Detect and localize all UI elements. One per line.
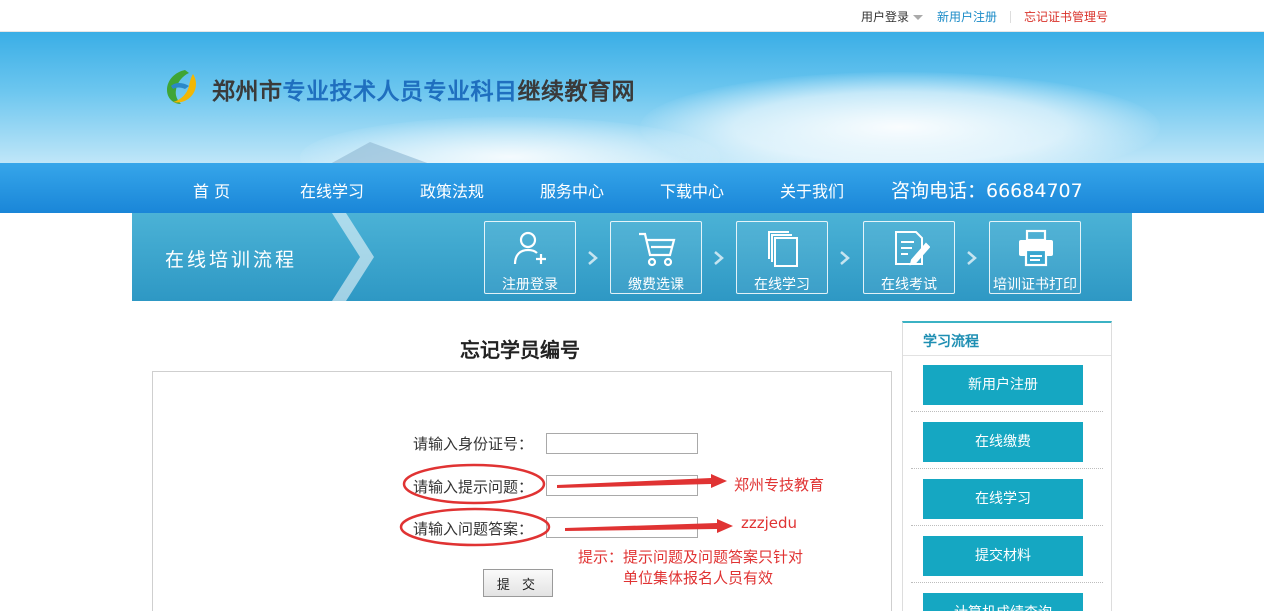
step-online-learning[interactable]: 在线学习: [736, 221, 828, 294]
step-label: 在线考试: [881, 277, 937, 293]
banner-cloud: [640, 72, 1160, 163]
forgot-id-form: 请输入身份证号： 请输入提示问题： 请输入问题答案： 提 交 郑州专技教育 zz…: [152, 371, 892, 611]
nav-item-policy[interactable]: 政策法规: [420, 178, 484, 202]
divider: [903, 355, 1111, 356]
divider: [911, 525, 1103, 526]
submit-button[interactable]: 提 交: [483, 569, 553, 597]
site-title[interactable]: 郑州市专业技术人员专业科目继续教育网: [212, 72, 635, 106]
site-title-suffix: 继续教育网: [517, 79, 635, 105]
step-label: 缴费选课: [628, 277, 684, 293]
hotline-text: 咨询电话：66684707: [891, 180, 1083, 202]
nav-item-download[interactable]: 下载中心: [660, 178, 724, 202]
nav-item-about[interactable]: 关于我们: [780, 178, 844, 202]
caret-down-icon: [912, 15, 923, 20]
sidebar-button-submit-materials[interactable]: 提交材料: [923, 536, 1083, 576]
sidebar-heading: 学习流程: [923, 334, 979, 350]
chevron-right-icon: [332, 213, 374, 301]
exam-edit-icon: [895, 231, 930, 266]
documents-icon: [768, 231, 798, 267]
question-answer-label: 请输入问题答案：: [413, 520, 534, 538]
step-label: 注册登录: [502, 277, 558, 293]
step-label: 培训证书打印: [993, 277, 1077, 293]
annotation-question-text: 郑州专技教育: [734, 476, 825, 494]
site-logo-icon[interactable]: [163, 66, 201, 108]
id-number-input[interactable]: [546, 433, 698, 454]
main-nav: 首 页 在线学习 政策法规 服务中心 下载中心 关于我们 咨询电话：666847…: [0, 163, 1264, 213]
sidebar-button-register[interactable]: 新用户注册: [923, 365, 1083, 405]
chevron-right-icon: [714, 251, 724, 265]
main-content: 忘记学员编号 请输入身份证号： 请输入提示问题： 请输入问题答案： 提 交 郑州…: [132, 301, 1132, 611]
header-banner: 郑州市专业技术人员专业科目继续教育网: [0, 32, 1264, 163]
step-online-exam[interactable]: 在线考试: [863, 221, 955, 294]
forgot-certificate-link[interactable]: 忘记证书管理号: [1024, 8, 1108, 25]
process-title: 在线培训流程: [165, 249, 298, 271]
step-certificate-print[interactable]: 培训证书打印: [989, 221, 1081, 294]
sidebar-button-learning[interactable]: 在线学习: [923, 479, 1083, 519]
page-title: 忘记学员编号: [460, 338, 580, 362]
divider: [911, 411, 1103, 412]
top-utility-bar: 用户登录 新用户注册 忘记证书管理号: [0, 0, 1264, 32]
hint-question-label: 请输入提示问题：: [413, 478, 534, 496]
printer-icon: [1019, 229, 1053, 267]
user-login-dropdown[interactable]: 用户登录: [861, 8, 923, 25]
training-process-strip: 在线培训流程 注册登录 缴费选课 在线学习 在线考试 培训证书打印: [132, 213, 1132, 301]
site-title-prefix: 郑州市: [212, 79, 283, 105]
step-payment-course[interactable]: 缴费选课: [610, 221, 702, 294]
user-login-label: 用户登录: [860, 10, 909, 24]
chevron-right-icon: [840, 251, 850, 265]
divider: [911, 582, 1103, 583]
hint-question-input[interactable]: [546, 475, 698, 496]
top-links: 用户登录 新用户注册 忘记证书管理号: [861, 8, 1108, 25]
user-add-icon: [513, 231, 546, 265]
step-register-login[interactable]: 注册登录: [484, 221, 576, 294]
step-label: 在线学习: [754, 277, 810, 293]
id-number-label: 请输入身份证号：: [413, 435, 534, 453]
hint-line-2: 单位集体报名人员有效: [623, 569, 774, 587]
divider: [911, 468, 1103, 469]
nav-item-home[interactable]: 首 页: [193, 178, 230, 202]
shopping-cart-icon: [639, 232, 676, 267]
hint-line-1: 提示：提示问题及问题答案只针对: [578, 548, 804, 566]
divider: [1009, 10, 1011, 23]
chevron-right-icon: [967, 251, 977, 265]
nav-item-online-learning[interactable]: 在线学习: [300, 178, 364, 202]
question-answer-input[interactable]: [546, 517, 698, 538]
sidebar-button-computer-score[interactable]: 计算机成绩查询: [923, 593, 1083, 611]
nav-item-service[interactable]: 服务中心: [540, 178, 604, 202]
annotation-answer-text: zzzjedu: [741, 514, 798, 532]
chevron-right-icon: [588, 251, 598, 265]
hint-note: 提示：提示问题及问题答案只针对 单位集体报名人员有效: [578, 547, 803, 589]
new-user-register-link[interactable]: 新用户注册: [937, 8, 997, 25]
banner-mountain: [330, 142, 430, 163]
site-title-highlight: 专业技术人员专业科目: [282, 79, 518, 105]
learning-process-sidebar: 学习流程 新用户注册 在线缴费 在线学习 提交材料 计算机成绩查询: [902, 321, 1112, 611]
sidebar-button-payment[interactable]: 在线缴费: [923, 422, 1083, 462]
